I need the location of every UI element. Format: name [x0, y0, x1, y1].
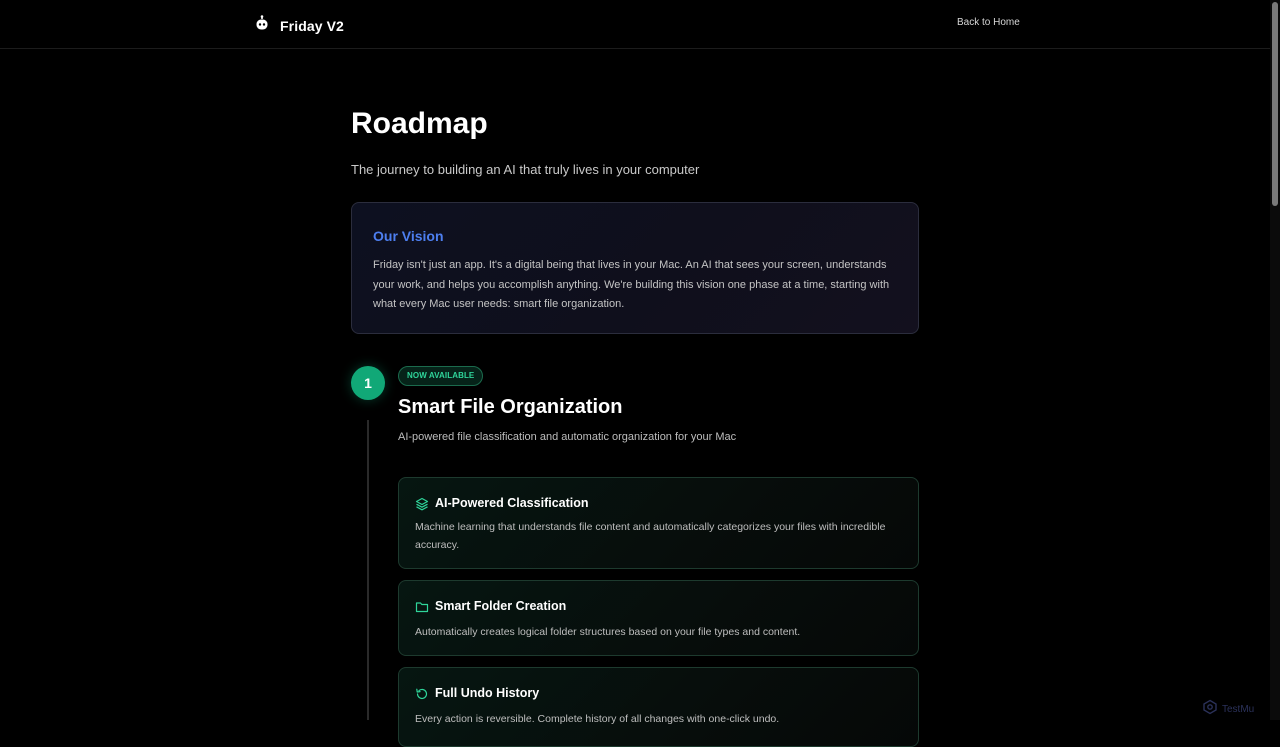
page-subtitle: The journey to building an AI that truly…	[351, 162, 700, 177]
folder-icon	[415, 600, 429, 614]
page-scrollbar[interactable]	[1270, 0, 1280, 720]
feature-card-classification: AI-Powered Classification Machine learni…	[398, 477, 919, 569]
robot-icon	[255, 15, 269, 36]
watermark-logo-icon	[1202, 699, 1218, 720]
vision-title: Our Vision	[373, 228, 444, 244]
watermark: TestMu	[1202, 699, 1254, 720]
feature-title: Full Undo History	[435, 686, 540, 700]
phase-description: AI-powered file classification and autom…	[398, 431, 737, 443]
layers-icon	[415, 497, 429, 511]
status-badge: NOW AVAILABLE	[398, 366, 484, 386]
scrollbar-thumb[interactable]	[1272, 2, 1278, 206]
feature-card-folder-creation: Smart Folder Creation Automatically crea…	[398, 580, 919, 656]
phase-title: Smart File Organization	[398, 396, 623, 418]
feature-description: Machine learning that understands file c…	[415, 521, 886, 551]
brand-name: Friday V2	[280, 17, 344, 34]
watermark-text: TestMu	[1222, 704, 1255, 715]
feature-title: Smart Folder Creation	[435, 599, 567, 613]
vision-text: Friday isn't just an app. It's a digital…	[373, 259, 890, 310]
feature-description: Automatically creates logical folder str…	[415, 626, 801, 638]
timeline-line	[367, 420, 369, 720]
feature-title: AI-Powered Classification	[435, 496, 589, 510]
back-to-home-link[interactable]: Back to Home	[957, 17, 1020, 28]
feature-card-undo-history: Full Undo History Every action is revers…	[398, 667, 919, 747]
vision-card: Our Vision Friday isn't just an app. It'…	[351, 202, 919, 334]
brand-logo-link[interactable]: Friday V2	[255, 15, 344, 36]
top-nav-bar: Friday V2 Back to Home	[0, 0, 1270, 49]
phase-number-badge: 1	[351, 366, 385, 400]
page-title: Roadmap	[351, 107, 488, 140]
undo-history-icon	[415, 687, 429, 701]
